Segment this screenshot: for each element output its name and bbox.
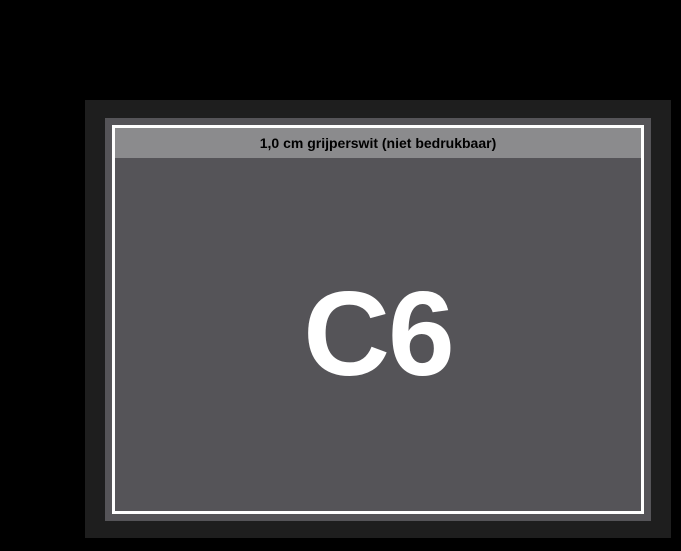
file-format-height-bar: [40, 100, 50, 538]
gripper-label: 1,0 cm grijperswit (niet bedrukbaar): [260, 135, 497, 151]
paper-size-name: C6: [105, 264, 651, 402]
file-format-height-label: Bestandsformaat 12,0 cm: [12, 240, 28, 410]
final-format-height-label: Eindformaat 11,4 cm: [54, 259, 70, 395]
final-format-box: 1,0 cm grijperswit (niet bedrukbaar) C6: [105, 118, 651, 521]
final-format-height-bar: [72, 118, 82, 521]
final-format-width-bar: [105, 82, 651, 92]
gripper-strip: 1,0 cm grijperswit (niet bedrukbaar): [115, 128, 641, 158]
file-format-width-bar: [85, 40, 671, 50]
final-format-width-label: Eindformaat 16,2 cm: [105, 60, 651, 76]
diagram-canvas: Bestandsformaat 16,8 cm Eindformaat 16,2…: [0, 0, 681, 551]
file-format-width-label: Bestandsformaat 16,8 cm: [85, 18, 671, 34]
